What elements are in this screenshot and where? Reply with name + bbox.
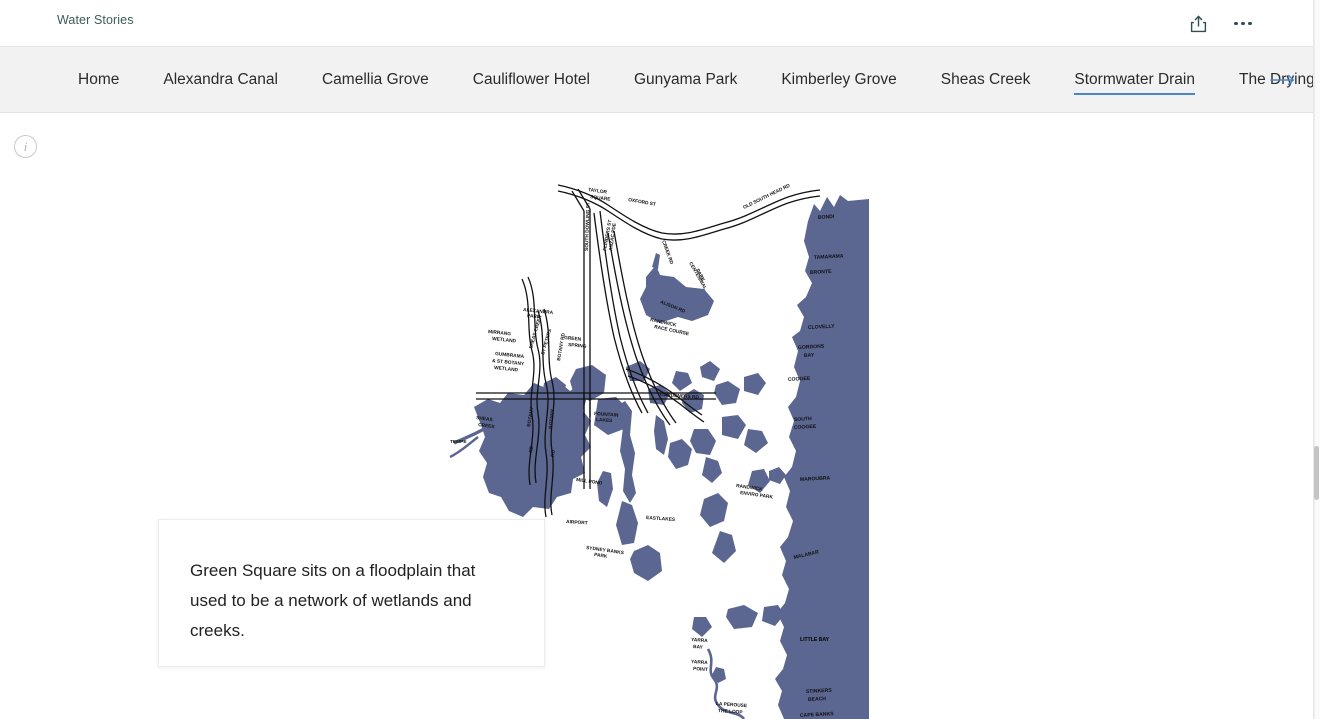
nav-item-label: Kimberley Grove — [781, 71, 897, 88]
nav-item-cauliflower-hotel[interactable]: Cauliflower Hotel — [451, 47, 612, 113]
nav-item-stormwater-drain[interactable]: Stormwater Drain — [1052, 47, 1217, 113]
nav-item-sheas-creek[interactable]: Sheas Creek — [919, 47, 1053, 113]
site-brand-title[interactable]: Water Stories — [57, 13, 134, 27]
nav-item-label: Sheas Creek — [940, 71, 1031, 88]
svg-text:COOGEE: COOGEE — [794, 424, 817, 431]
scrollbar-thumb[interactable] — [1314, 446, 1319, 500]
nav-item-label: Camellia Grove — [321, 71, 429, 88]
nav-item-alexandra-canal[interactable]: Alexandra Canal — [141, 47, 300, 113]
nav-item-label: Home — [78, 71, 120, 88]
svg-text:BRONTE: BRONTE — [810, 269, 832, 276]
ellipsis-dot — [1248, 21, 1252, 26]
section-navigation-bar: Home Alexandra Canal Camellia Grove Caul… — [0, 47, 1320, 113]
story-card-text: Green Square sits on a floodplain that u… — [190, 561, 476, 640]
top-header-bar: Water Stories — [0, 0, 1314, 47]
ellipsis-dot — [1234, 21, 1238, 26]
nav-item-label: Alexandra Canal — [163, 71, 278, 88]
share-upload-icon[interactable] — [1186, 12, 1210, 36]
svg-text:RD: RD — [550, 449, 557, 457]
svg-text:POINT: POINT — [693, 666, 708, 673]
nav-item-label: Gunyama Park — [633, 71, 738, 88]
story-text-card: Green Square sits on a floodplain that u… — [158, 519, 545, 667]
nav-item-camellia-grove[interactable]: Camellia Grove — [300, 47, 451, 113]
svg-text:SOUTH: SOUTH — [794, 416, 812, 423]
svg-text:BEACH: BEACH — [808, 696, 827, 703]
svg-text:LAKES: LAKES — [596, 417, 613, 424]
vertical-scrollbar[interactable] — [1314, 0, 1320, 719]
navigation-items: Home Alexandra Canal Camellia Grove Caul… — [56, 47, 1320, 113]
ellipsis-icon[interactable] — [1230, 12, 1256, 36]
nav-item-gunyama-park[interactable]: Gunyama Park — [612, 47, 759, 113]
nav-item-kimberley-grove[interactable]: Kimberley Grove — [759, 47, 918, 113]
story-content-stage: i BONDI TAMARAMA BRONTE CLOVELLY GORDONS… — [0, 113, 1314, 719]
svg-text:BAY: BAY — [693, 644, 704, 651]
svg-text:YARRA: YARRA — [691, 637, 709, 644]
top-header-actions — [1186, 0, 1256, 47]
arrow-right-icon[interactable] — [1266, 68, 1300, 92]
svg-text:BONDI: BONDI — [818, 214, 835, 221]
svg-text:YARRA: YARRA — [691, 659, 709, 666]
info-icon[interactable]: i — [14, 135, 37, 158]
nav-item-home[interactable]: Home — [56, 47, 141, 113]
svg-text:BAY: BAY — [804, 352, 815, 359]
nav-item-label: Stormwater Drain — [1074, 71, 1195, 88]
svg-text:LITTLE BAY: LITTLE BAY — [800, 637, 830, 643]
nav-item-label: Cauliflower Hotel — [472, 71, 590, 88]
ellipsis-dot — [1241, 21, 1245, 26]
svg-text:COOGEE: COOGEE — [788, 376, 811, 383]
svg-text:TEMPE: TEMPE — [450, 439, 467, 445]
